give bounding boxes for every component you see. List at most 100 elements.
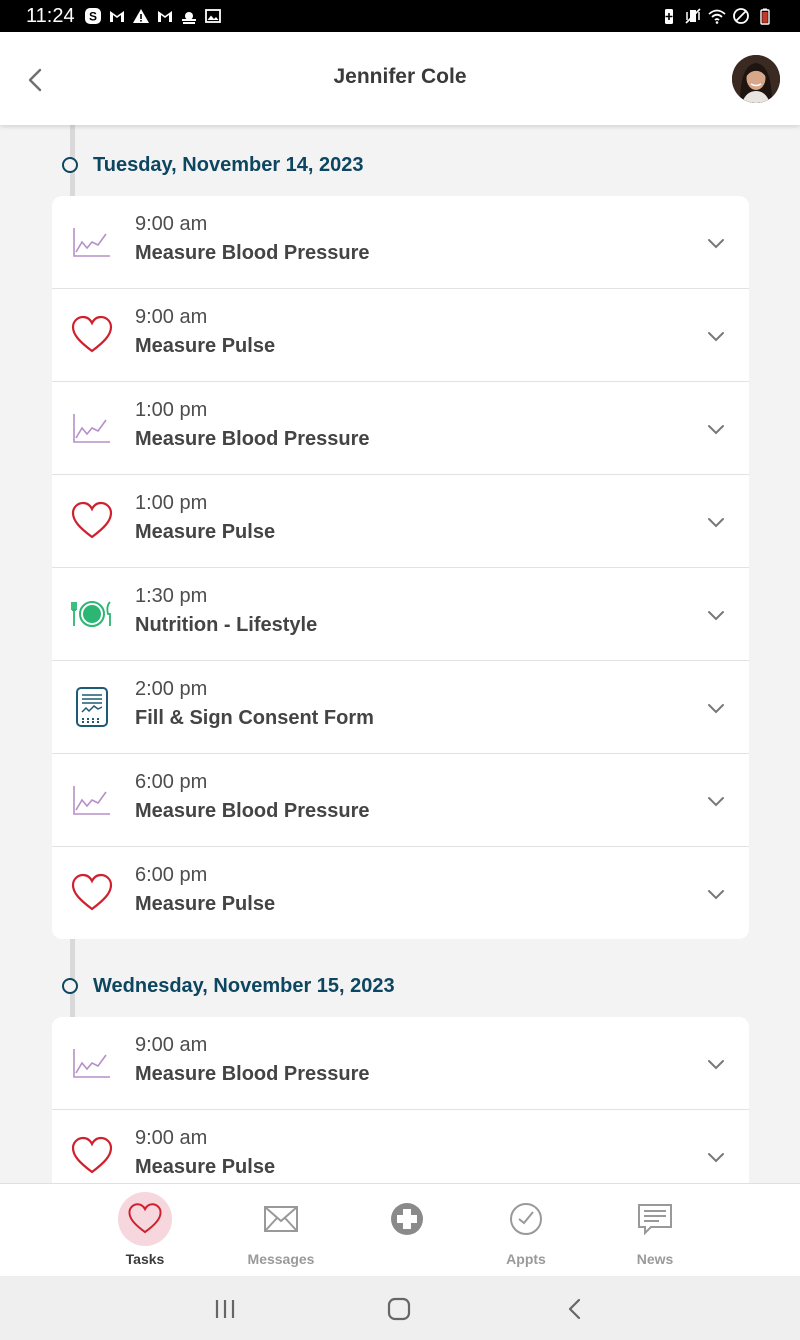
tab-label: Messages — [247, 1251, 315, 1267]
task-row[interactable]: 9:00 am Measure Blood Pressure — [52, 196, 749, 289]
status-time: 11:24 — [26, 5, 75, 27]
gmail-icon — [110, 11, 124, 22]
battery-saver-icon — [665, 9, 673, 24]
day-task-card: 9:00 am Measure Blood Pressure 9:00 am M… — [52, 196, 749, 939]
tab-tasks-highlight — [118, 1192, 172, 1246]
task-row[interactable]: 9:00 am Measure Blood Pressure — [52, 1017, 749, 1110]
day-label: Wednesday, November 15, 2023 — [93, 974, 395, 997]
chevron-down-icon[interactable] — [705, 604, 727, 626]
vibrate-icon — [685, 8, 701, 24]
app-header: Jennifer Cole — [0, 32, 800, 125]
task-timeline[interactable]: Tuesday, November 14, 2023 9:00 am Measu… — [0, 125, 800, 1183]
day-header: Tuesday, November 14, 2023 — [62, 149, 364, 181]
form-document-icon — [76, 687, 108, 727]
chevron-down-icon[interactable] — [705, 697, 727, 719]
tab-label: News — [636, 1251, 674, 1267]
chevron-down-icon[interactable] — [705, 883, 727, 905]
task-row[interactable]: 6:00 pm Measure Pulse — [52, 847, 749, 939]
task-row[interactable]: 1:00 pm Measure Blood Pressure — [52, 382, 749, 475]
task-time: 9:00 am — [135, 1034, 208, 1056]
heart-icon — [71, 501, 113, 539]
chevron-down-icon[interactable] — [705, 1146, 727, 1168]
medical-cross-icon — [391, 1203, 423, 1235]
task-time: 2:00 pm — [135, 678, 208, 700]
weather-icon — [182, 12, 196, 24]
task-name: Measure Blood Pressure — [135, 800, 370, 822]
day-header: Wednesday, November 15, 2023 — [62, 970, 395, 1002]
home-icon[interactable] — [386, 1296, 412, 1322]
tab-label: Tasks — [125, 1251, 165, 1267]
task-row[interactable]: 6:00 pm Measure Blood Pressure — [52, 754, 749, 847]
tab-tasks[interactable]: Tasks — [90, 1184, 200, 1277]
task-name: Measure Pulse — [135, 335, 276, 357]
heart-icon — [71, 873, 113, 911]
task-row[interactable]: 1:00 pm Measure Pulse — [52, 475, 749, 568]
task-name: Measure Blood Pressure — [135, 1063, 370, 1085]
task-name: Fill & Sign Consent Form — [135, 707, 374, 729]
chevron-down-icon[interactable] — [705, 232, 727, 254]
task-row[interactable]: 9:00 am Measure Pulse — [52, 289, 749, 382]
heart-icon — [128, 1203, 162, 1234]
do-not-disturb-icon — [733, 8, 749, 24]
chevron-down-icon[interactable] — [705, 511, 727, 533]
task-name: Measure Blood Pressure — [135, 428, 370, 450]
tab-messages[interactable]: Messages — [226, 1184, 336, 1277]
task-time: 9:00 am — [135, 306, 208, 328]
avatar-portrait-image — [732, 55, 780, 103]
task-row[interactable]: 2:00 pm Fill & Sign Consent Form — [52, 661, 749, 754]
task-time: 9:00 am — [135, 213, 208, 235]
task-time: 1:00 pm — [135, 492, 208, 514]
warning-icon — [133, 9, 149, 23]
wifi-icon — [708, 9, 726, 24]
status-system-icons — [660, 7, 774, 25]
s-app-icon: S — [85, 8, 101, 24]
chevron-down-icon[interactable] — [705, 325, 727, 347]
task-time: 1:00 pm — [135, 399, 208, 421]
task-row[interactable]: 1:30 pm Nutrition - Lifestyle — [52, 568, 749, 661]
blood-pressure-chart-icon — [73, 786, 110, 815]
recent-apps-icon[interactable] — [212, 1296, 238, 1322]
avatar[interactable] — [732, 55, 780, 103]
task-row[interactable]: 9:00 am Measure Pulse — [52, 1110, 749, 1183]
gmail-icon — [158, 11, 172, 22]
page-title: Jennifer Cole — [333, 65, 467, 88]
status-bar: 11:24 S — [0, 0, 800, 32]
news-chat-icon — [638, 1204, 672, 1235]
task-time: 9:00 am — [135, 1127, 208, 1149]
system-navigation-bar — [0, 1276, 800, 1340]
envelope-icon — [264, 1206, 298, 1232]
back-icon[interactable] — [562, 1296, 588, 1322]
tab-news[interactable]: News — [600, 1184, 710, 1277]
chevron-down-icon[interactable] — [705, 418, 727, 440]
tab-medical-icon-wrap — [380, 1192, 434, 1246]
status-notification-icons: S — [84, 7, 222, 25]
tab-news-icon-wrap — [628, 1192, 682, 1246]
tab-messages-icon-wrap — [254, 1192, 308, 1246]
day-label: Tuesday, November 14, 2023 — [93, 153, 364, 176]
task-name: Measure Pulse — [135, 893, 276, 915]
tab-appts-icon-wrap — [499, 1192, 553, 1246]
blood-pressure-chart-icon — [73, 1049, 110, 1078]
task-name: Nutrition - Lifestyle — [135, 614, 318, 636]
task-name: Measure Blood Pressure — [135, 242, 370, 264]
chevron-down-icon[interactable] — [705, 1053, 727, 1075]
bottom-navigation: Tasks Messages Appts News — [0, 1183, 800, 1277]
task-name: Measure Pulse — [135, 1156, 276, 1178]
task-time: 6:00 pm — [135, 864, 208, 886]
timeline-dot — [62, 157, 78, 173]
svg-text:S: S — [89, 10, 97, 24]
task-time: 6:00 pm — [135, 771, 208, 793]
chevron-down-icon[interactable] — [705, 790, 727, 812]
clock-check-icon — [510, 1203, 542, 1235]
plate-utensils-icon — [71, 601, 111, 627]
tab-label: Appts — [506, 1251, 546, 1267]
timeline-dot — [62, 978, 78, 994]
battery-icon — [760, 8, 770, 25]
image-icon — [205, 9, 221, 23]
task-name: Measure Pulse — [135, 521, 276, 543]
blood-pressure-chart-icon — [73, 414, 110, 443]
tab-medical[interactable] — [352, 1184, 462, 1277]
day-task-card: 9:00 am Measure Blood Pressure 9:00 am M… — [52, 1017, 749, 1183]
tab-appts[interactable]: Appts — [471, 1184, 581, 1277]
task-time: 1:30 pm — [135, 585, 208, 607]
